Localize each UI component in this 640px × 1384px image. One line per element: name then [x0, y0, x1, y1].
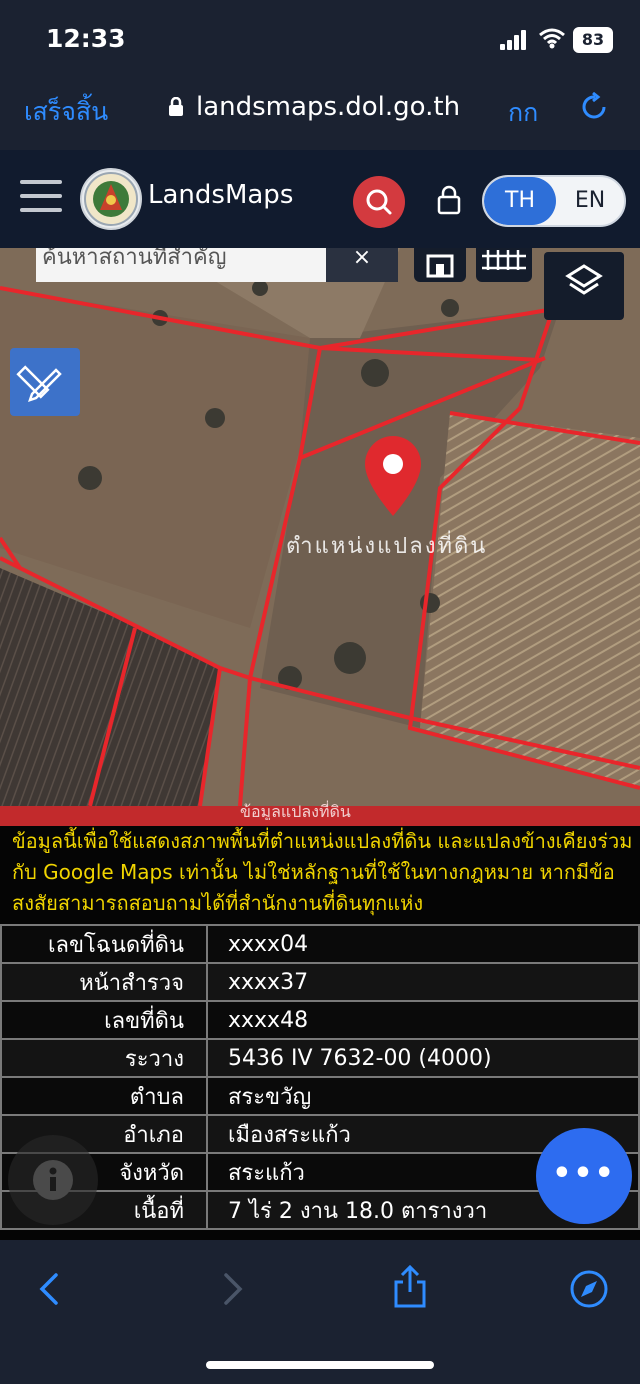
- home-indicator: [206, 1361, 434, 1369]
- panel-title: ข้อมูลแปลงที่ดิน: [240, 802, 351, 820]
- brand-name: LandsMaps: [148, 180, 294, 210]
- info-button[interactable]: [8, 1135, 98, 1225]
- layers-icon: [565, 264, 603, 295]
- grid-button[interactable]: [476, 248, 532, 282]
- row-label: เลขโฉนดที่ดิน: [0, 924, 208, 964]
- done-button[interactable]: เสร็จสิ้น: [24, 92, 108, 132]
- row-label: เลขที่ดิน: [0, 1000, 208, 1040]
- lang-th-option[interactable]: TH: [484, 177, 556, 225]
- department-logo: [80, 168, 142, 230]
- table-row: เลขโฉนดที่ดิน xxxx04: [0, 924, 640, 964]
- row-value: xxxx37: [206, 962, 640, 1002]
- wifi-icon: [539, 28, 565, 49]
- grid-icon: [482, 250, 526, 270]
- text-size-button[interactable]: กก: [508, 93, 538, 133]
- row-label: หน้าสำรวจ: [0, 962, 208, 1002]
- back-icon[interactable]: [36, 1272, 64, 1306]
- search-clear-button[interactable]: ×: [326, 247, 398, 282]
- menu-icon[interactable]: [20, 180, 62, 212]
- table-row: หน้าสำรวจ xxxx37: [0, 962, 640, 1002]
- measure-tool-button[interactable]: [10, 348, 80, 416]
- info-icon: [33, 1160, 73, 1200]
- table-row: ระวาง 5436 IV 7632-00 (4000): [0, 1038, 640, 1078]
- language-toggle[interactable]: TH EN: [482, 175, 626, 227]
- lock-icon: [169, 97, 183, 116]
- row-value: สระขวัญ: [206, 1076, 640, 1116]
- home-icon: [426, 254, 454, 278]
- parcel-location-label: ตำแหน่งแปลงที่ดิน: [286, 534, 488, 559]
- more-options-button[interactable]: •••: [536, 1128, 632, 1224]
- url-text[interactable]: landsmaps.dol.go.th: [196, 92, 460, 122]
- row-label: ระวาง: [0, 1038, 208, 1078]
- reload-icon[interactable]: [580, 92, 610, 122]
- layers-button[interactable]: [544, 252, 624, 320]
- row-value: xxxx48: [206, 1000, 640, 1040]
- row-label: ตำบล: [0, 1076, 208, 1116]
- lang-en-option[interactable]: EN: [556, 177, 624, 225]
- more-icon: •••: [552, 1156, 616, 1191]
- table-row: ตำบล สระขวัญ: [0, 1076, 640, 1116]
- battery-indicator: 83: [573, 27, 613, 53]
- lock-icon[interactable]: [437, 185, 461, 215]
- disclaimer-text: ข้อมูลนี้เพื่อใช้แสดงสภาพพื้นที่ตำแหน่งแ…: [12, 829, 633, 915]
- compass-icon[interactable]: [568, 1268, 610, 1310]
- place-search-input[interactable]: ค้นหาสถานที่สำคัญ: [36, 248, 326, 282]
- status-clock: 12:33: [46, 24, 126, 53]
- row-value: 5436 IV 7632-00 (4000): [206, 1038, 640, 1078]
- table-row: เลขที่ดิน xxxx48: [0, 1000, 640, 1040]
- home-button[interactable]: [414, 248, 466, 282]
- forward-icon[interactable]: [218, 1272, 246, 1306]
- search-icon: [366, 189, 392, 215]
- search-button[interactable]: [353, 176, 405, 228]
- ruler-pencil-icon: [16, 365, 62, 402]
- row-value: xxxx04: [206, 924, 640, 964]
- cellular-signal-icon: [500, 30, 530, 50]
- satellite-map[interactable]: [0, 248, 640, 806]
- share-icon[interactable]: [390, 1264, 430, 1310]
